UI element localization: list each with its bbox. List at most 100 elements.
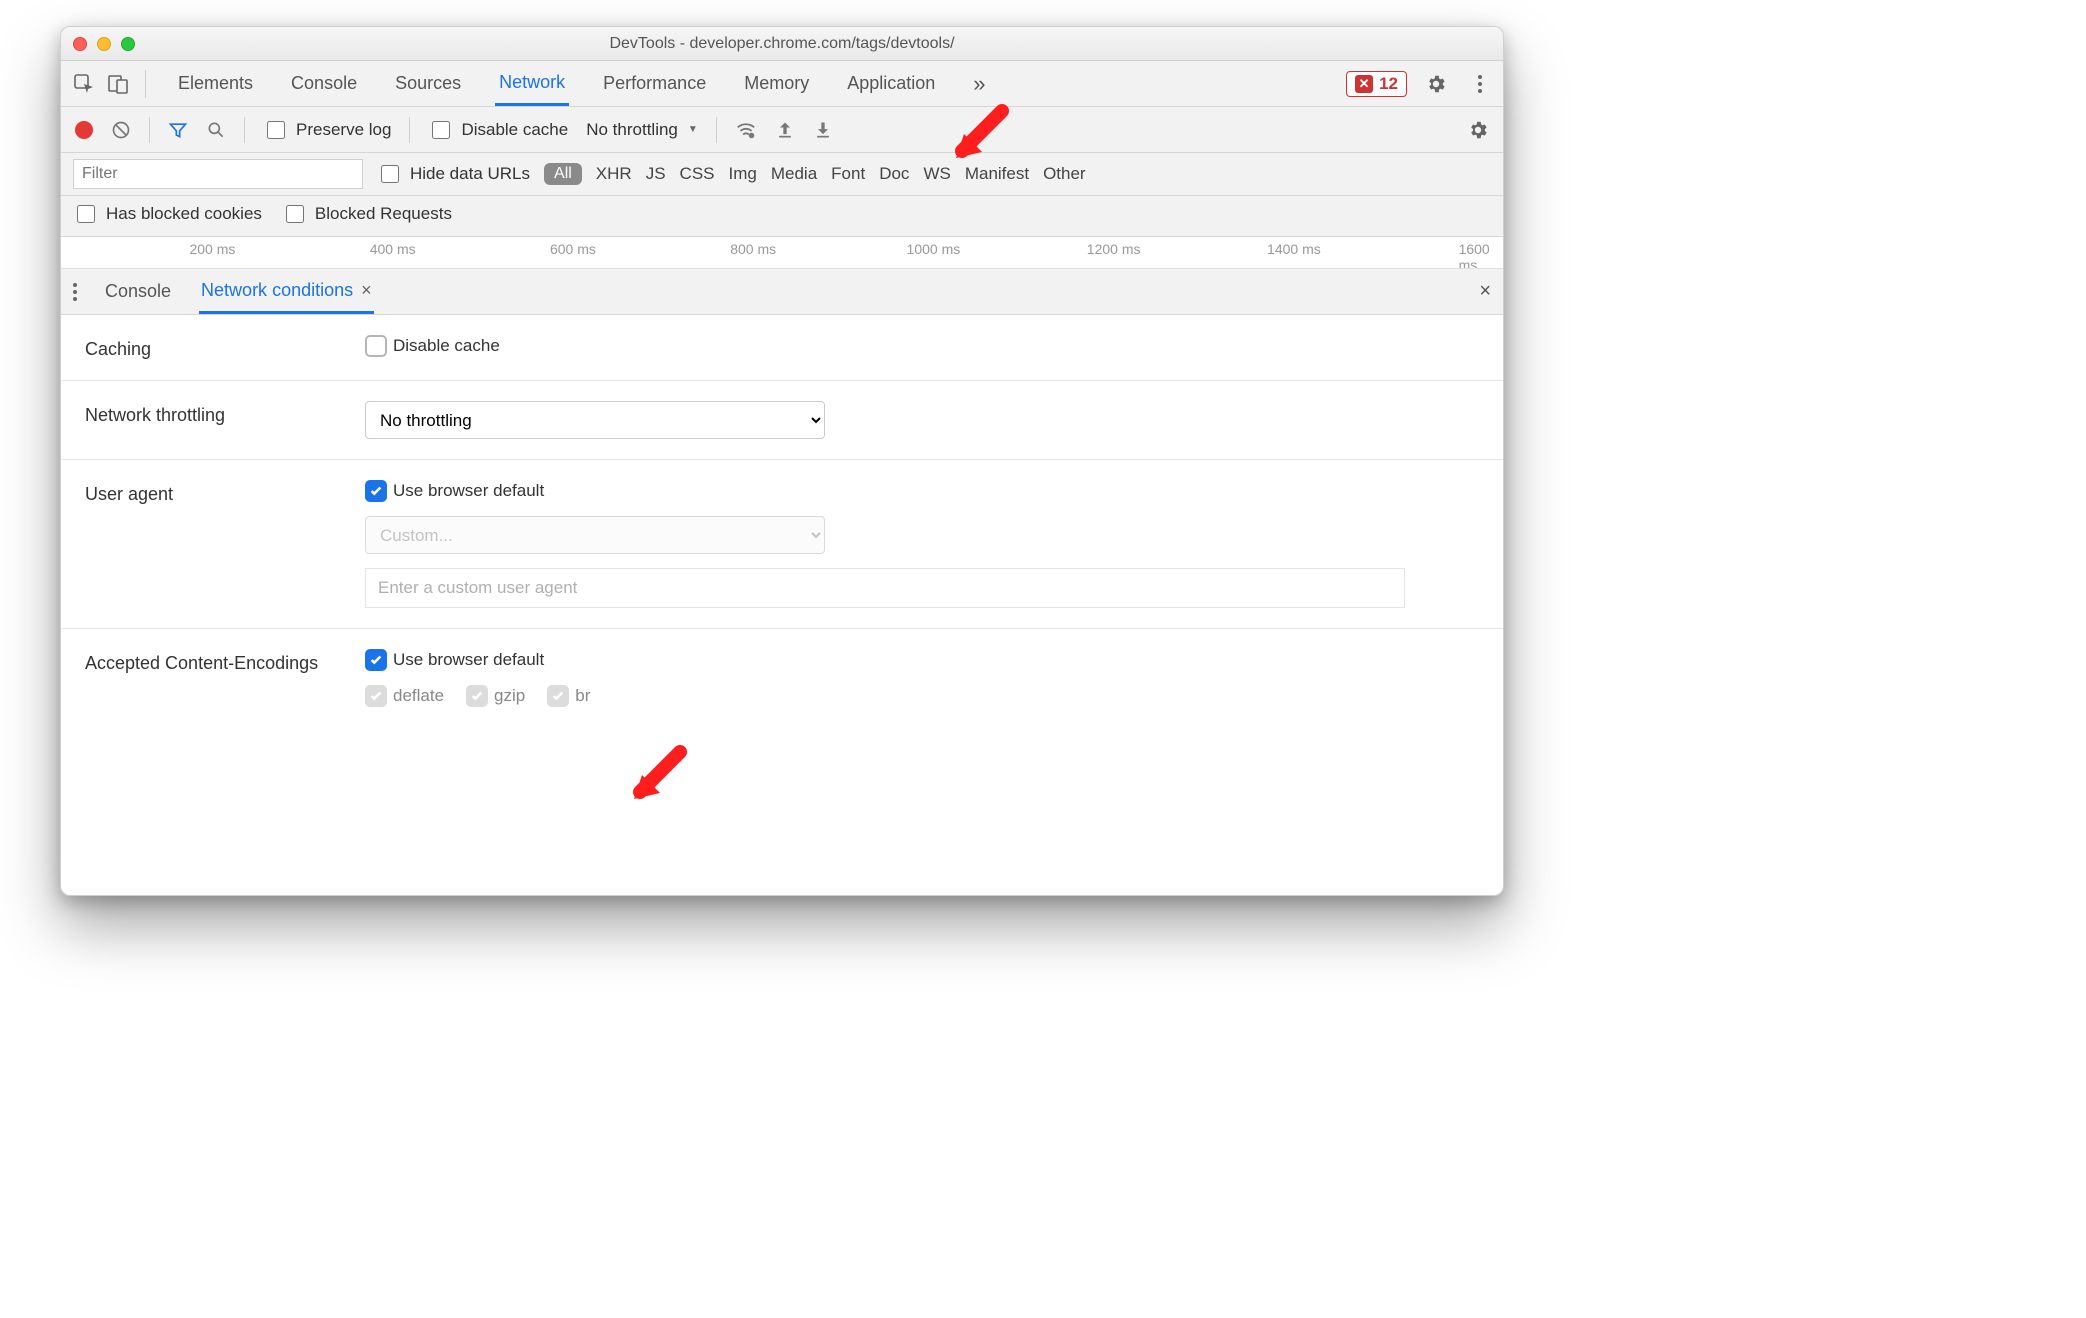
caching-disable-label: Disable cache [393,336,500,356]
filter-type-other[interactable]: Other [1043,164,1086,184]
throttling-select[interactable]: No throttling ▼ [586,120,698,140]
tab-sources[interactable]: Sources [391,63,465,104]
caching-disable-checkbox[interactable]: Disable cache [365,335,1479,357]
close-tab-icon[interactable]: × [361,280,372,301]
user-agent-label: User agent [85,480,335,608]
filter-type-doc[interactable]: Doc [879,164,909,184]
filter-type-css[interactable]: CSS [680,164,715,184]
network-toolbar: Preserve log Disable cache No throttling… [61,107,1503,153]
ua-use-default-checkbox[interactable]: Use browser default [365,480,1479,502]
preserve-log-label: Preserve log [296,120,391,140]
panel-settings-gear-icon[interactable] [1467,119,1489,141]
filter-type-manifest[interactable]: Manifest [965,164,1029,184]
main-tabstrip: Elements Console Sources Network Perform… [61,61,1503,107]
caching-row: Caching Disable cache [61,315,1503,381]
window-title: DevTools - developer.chrome.com/tags/dev… [61,35,1503,53]
filter-type-js[interactable]: JS [646,164,666,184]
tab-performance[interactable]: Performance [599,63,710,104]
hide-data-urls-checkbox[interactable]: Hide data URLs [377,162,530,186]
drawer-tabstrip: Console Network conditions × × [61,269,1503,315]
filter-icon[interactable] [168,120,188,140]
download-har-icon[interactable] [813,120,833,140]
tab-network[interactable]: Network [495,62,569,106]
blocked-requests-checkbox[interactable]: Blocked Requests [282,202,452,226]
tab-console[interactable]: Console [287,63,361,104]
checkbox-checked-icon [365,649,387,671]
drawer-tab-console[interactable]: Console [103,271,173,312]
filter-type-media[interactable]: Media [771,164,817,184]
error-count: 12 [1379,74,1398,94]
timeline-tick: 400 ms [370,241,416,257]
timeline-tick: 1600 ms [1459,241,1490,269]
filter-input[interactable] [73,159,363,189]
encodings-label: Accepted Content-Encodings [85,649,335,707]
error-count-badge[interactable]: ✕ 12 [1346,71,1407,97]
drawer-menu-icon[interactable] [73,283,77,301]
network-conditions-icon[interactable] [735,119,757,141]
blocked-requests-input[interactable] [286,205,304,223]
timeline-tick: 1000 ms [907,241,961,257]
main-tabs: Elements Console Sources Network Perform… [174,61,990,107]
titlebar: DevTools - developer.chrome.com/tags/dev… [61,27,1503,61]
tab-application[interactable]: Application [843,63,939,104]
has-blocked-cookies-checkbox[interactable]: Has blocked cookies [73,202,262,226]
clear-icon[interactable] [111,120,131,140]
overview-timeline[interactable]: 200 ms 400 ms 600 ms 800 ms 1000 ms 1200… [61,237,1503,269]
timeline-tick: 800 ms [730,241,776,257]
checkbox-disabled-icon [547,685,569,707]
encodings-use-default-label: Use browser default [393,650,544,670]
encoding-label: br [575,686,590,706]
network-conditions-panel: Caching Disable cache Network throttling… [61,315,1503,727]
device-toolbar-icon[interactable] [103,69,133,99]
checkbox-disabled-icon [365,685,387,707]
has-blocked-cookies-input[interactable] [77,205,95,223]
close-drawer-icon[interactable]: × [1479,280,1491,303]
separator [149,117,150,143]
hide-data-urls-input[interactable] [381,165,399,183]
upload-har-icon[interactable] [775,120,795,140]
filter-type-all[interactable]: All [544,163,582,185]
timeline-tick: 1200 ms [1087,241,1141,257]
throttling-select[interactable]: No throttling [365,401,825,439]
preserve-log-checkbox[interactable]: Preserve log [263,118,391,142]
devtools-window: DevTools - developer.chrome.com/tags/dev… [60,26,1504,896]
search-icon[interactable] [206,120,226,140]
filter-type-xhr[interactable]: XHR [596,164,632,184]
tab-memory[interactable]: Memory [740,63,813,104]
separator [716,117,717,143]
encodings-use-default-checkbox[interactable]: Use browser default [365,649,1479,671]
throttling-row: Network throttling No throttling [61,381,1503,460]
more-menu-icon[interactable] [1465,69,1495,99]
encodings-row: Accepted Content-Encodings Use browser d… [61,629,1503,727]
checkbox-checked-icon [365,480,387,502]
has-blocked-cookies-label: Has blocked cookies [106,204,262,224]
throttling-label: Network throttling [85,401,335,439]
filter-type-img[interactable]: Img [729,164,757,184]
encoding-deflate: deflate [365,685,444,707]
separator [244,117,245,143]
error-icon: ✕ [1355,75,1373,93]
settings-gear-icon[interactable] [1421,69,1451,99]
checkbox-icon [365,335,387,357]
filter-type-ws[interactable]: WS [923,164,950,184]
disable-cache-input[interactable] [432,121,450,139]
encoding-br: br [547,685,590,707]
hide-data-urls-label: Hide data URLs [410,164,530,184]
inspect-element-icon[interactable] [69,69,99,99]
drawer-tab-network-conditions[interactable]: Network conditions × [199,270,374,314]
disable-cache-checkbox[interactable]: Disable cache [428,118,568,142]
timeline-tick: 1400 ms [1267,241,1321,257]
ua-use-default-label: Use browser default [393,481,544,501]
record-button[interactable] [75,121,93,139]
tab-elements[interactable]: Elements [174,63,257,104]
timeline-tick: 200 ms [189,241,235,257]
caching-label: Caching [85,335,335,360]
checkbox-disabled-icon [466,685,488,707]
filter-type-font[interactable]: Font [831,164,865,184]
preserve-log-input[interactable] [267,121,285,139]
tabs-overflow[interactable]: » [969,61,989,107]
filter-bar-2: Has blocked cookies Blocked Requests [61,196,1503,237]
disable-cache-label: Disable cache [461,120,568,140]
ua-custom-select: Custom... [365,516,825,554]
blocked-requests-label: Blocked Requests [315,204,452,224]
